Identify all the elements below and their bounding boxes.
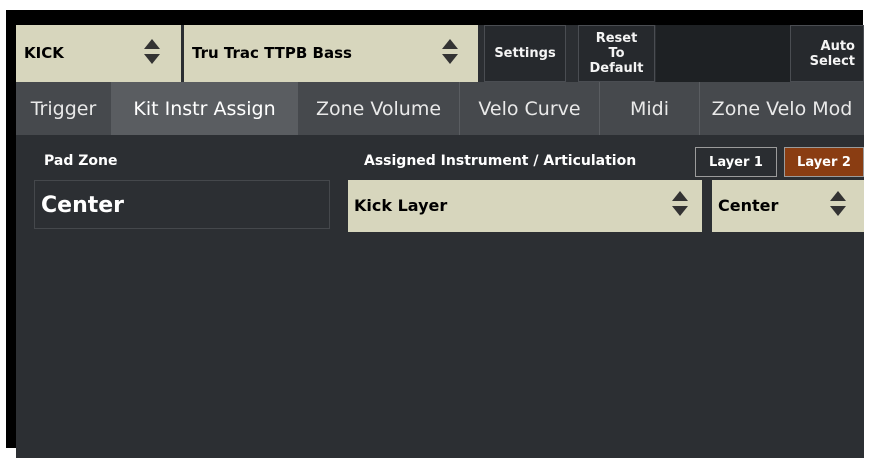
tab-label: Zone Velo Mod <box>711 97 853 120</box>
settings-button-label: Settings <box>494 46 556 61</box>
kit-piece-select-value: KICK <box>24 44 64 62</box>
window-frame: KICK Tru Trac TTPB Bass Settings Reset T… <box>6 10 864 458</box>
tab-trigger[interactable]: Trigger <box>16 82 112 135</box>
articulation-value: Center <box>718 196 779 215</box>
kit-piece-select[interactable]: KICK <box>16 25 181 82</box>
up-down-arrows-icon <box>144 39 160 69</box>
reset-label-line-1: Reset <box>595 31 638 46</box>
instrument-select[interactable]: Tru Trac TTPB Bass <box>184 25 478 82</box>
tab-label: Kit Instr Assign <box>133 97 276 120</box>
top-bar: KICK Tru Trac TTPB Bass Settings Reset T… <box>16 25 864 82</box>
articulation-select[interactable]: Center <box>712 180 864 232</box>
blank-slot <box>656 25 790 82</box>
tab-label: Trigger <box>30 97 97 120</box>
assigned-instrument-value: Kick Layer <box>354 196 448 215</box>
pad-zone-heading: Pad Zone <box>44 153 118 169</box>
pad-zone-value: Center <box>41 193 125 218</box>
layer-1-button[interactable]: Layer 1 <box>695 147 777 177</box>
layer-1-label: Layer 1 <box>709 154 763 170</box>
auto-select-label-line-2: Select <box>809 53 855 69</box>
tab-midi[interactable]: Midi <box>600 82 700 135</box>
layer-2-label: Layer 2 <box>797 154 851 170</box>
up-down-arrows-icon <box>442 39 458 69</box>
assigned-instrument-heading: Assigned Instrument / Articulation <box>364 153 637 169</box>
up-down-arrows-icon <box>830 191 846 221</box>
tab-label: Velo Curve <box>478 97 581 120</box>
auto-select-button[interactable]: Auto Select <box>790 25 864 82</box>
tab-label: Zone Volume <box>315 97 442 120</box>
pad-zone-display: Center <box>34 180 330 229</box>
reset-to-default-button[interactable]: Reset To Default <box>578 25 655 82</box>
instrument-select-value: Tru Trac TTPB Bass <box>192 44 352 62</box>
plugin-panel: KICK Tru Trac TTPB Bass Settings Reset T… <box>16 25 864 458</box>
up-down-arrows-icon <box>672 191 688 221</box>
layer-2-button[interactable]: Layer 2 <box>784 147 864 177</box>
settings-button[interactable]: Settings <box>484 25 566 82</box>
reset-label-line-3: Default <box>589 61 644 76</box>
tab-zone-velo-mod[interactable]: Zone Velo Mod <box>700 82 864 135</box>
reset-label-line-2: To <box>608 46 625 61</box>
tab-velo-curve[interactable]: Velo Curve <box>460 82 600 135</box>
tab-kit-instr-assign[interactable]: Kit Instr Assign <box>112 82 298 135</box>
assigned-instrument-select[interactable]: Kick Layer <box>348 180 702 232</box>
auto-select-label-line-1: Auto <box>820 38 855 54</box>
tab-zone-volume[interactable]: Zone Volume <box>298 82 460 135</box>
tab-label: Midi <box>629 97 669 120</box>
tab-bar: Trigger Kit Instr Assign Zone Volume Vel… <box>16 82 864 135</box>
